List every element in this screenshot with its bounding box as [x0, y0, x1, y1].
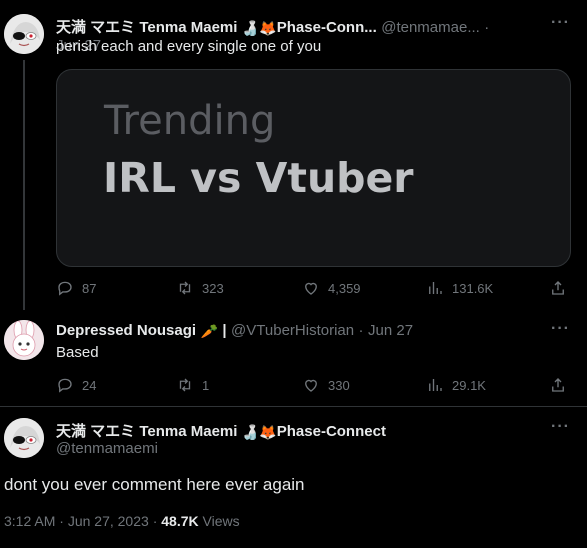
tweet2-actions: 24 1 330 29.1K	[56, 376, 569, 394]
share-upload-icon	[552, 378, 564, 392]
name-separator: |	[222, 322, 227, 339]
reply-bubble-icon	[58, 378, 72, 393]
bar-chart-icon	[429, 379, 442, 391]
media-line-topic: IRL vs Vtuber	[103, 154, 414, 202]
tweet3-header: 天満 マエミ Tenma Maemi 🍶🦊Phase-Connect	[56, 420, 536, 441]
views-button[interactable]: 131.6K	[426, 279, 549, 297]
tweet-full-date[interactable]: Jun 27, 2023	[68, 513, 149, 529]
views-count: 29.1K	[452, 377, 486, 393]
views-label: Views	[202, 513, 240, 529]
tweet2-header: Depressed Nousagi 🥕 | @VTuberHistorian ·…	[56, 322, 536, 340]
share-upload-icon	[552, 281, 564, 295]
divider	[0, 406, 587, 407]
reply-bubble-icon	[58, 281, 72, 296]
carrot-emoji-icon: 🥕	[200, 323, 218, 339]
retweet-icon	[179, 281, 191, 295]
thread-line	[23, 60, 25, 310]
separator-dot: ·	[152, 513, 158, 529]
author-handle[interactable]: @tenmamae...	[381, 19, 480, 36]
more-icon[interactable]: ···	[551, 418, 570, 436]
bottle-emoji-icon: 🍶	[241, 424, 260, 440]
tweet-text: perish each and every single one of you	[56, 38, 322, 55]
more-icon[interactable]: ···	[551, 14, 570, 32]
author-name[interactable]: Depressed Nousagi	[56, 322, 196, 339]
like-button[interactable]: 330	[302, 376, 426, 394]
tweet-text: dont you ever comment here ever again	[4, 475, 305, 494]
more-icon[interactable]: ···	[551, 320, 570, 338]
media-line-trending: Trending	[104, 98, 276, 144]
author-handle[interactable]: @VTuberHistorian	[231, 322, 354, 339]
separator-dot: ·	[358, 322, 364, 339]
retweet-button[interactable]: 323	[176, 279, 302, 297]
like-count: 330	[328, 377, 350, 393]
author-handle[interactable]: @tenmamaemi	[56, 440, 158, 457]
like-button[interactable]: 4,359	[302, 279, 426, 297]
separator-dot: ·	[59, 513, 64, 529]
views-count: 131.6K	[452, 280, 494, 296]
reply-count: 87	[82, 280, 97, 296]
share-button[interactable]	[549, 376, 567, 394]
author-name[interactable]: 天満 マエミ Tenma Maemi	[56, 19, 237, 36]
fox-emoji-icon: 🦊	[259, 424, 277, 440]
tweet-date[interactable]: Jun 27	[368, 322, 413, 339]
avatar-nousagi[interactable]	[4, 320, 44, 360]
tweet-meta: 3:12 AM · Jun 27, 2023 · 48.7K Views	[4, 513, 240, 529]
bottle-emoji-icon: 🍶	[241, 20, 260, 36]
like-count: 4,359	[328, 280, 361, 296]
tweet1-actions: 87 323 4,359 131.6K	[56, 279, 569, 297]
avatar-tenma[interactable]	[4, 418, 44, 458]
avatar-tenma[interactable]	[4, 14, 44, 54]
reply-count: 24	[82, 377, 97, 393]
views-count: 48.7K	[161, 513, 199, 529]
fox-emoji-icon: 🦊	[259, 20, 277, 36]
reply-button[interactable]: 24	[56, 376, 176, 394]
retweet-button[interactable]: 1	[176, 376, 302, 394]
media-card[interactable]: Trending IRL vs Vtuber	[56, 69, 571, 267]
heart-icon	[305, 379, 317, 392]
tweet-text: Based	[56, 344, 99, 361]
tweet-time[interactable]: 3:12 AM	[4, 513, 55, 529]
views-button[interactable]: 29.1K	[426, 376, 549, 394]
retweet-icon	[179, 378, 191, 392]
retweet-count: 323	[202, 280, 224, 296]
reply-button[interactable]: 87	[56, 279, 176, 297]
author-name-suffix[interactable]: Phase-Connect	[277, 423, 386, 440]
separator-dot: ·	[484, 19, 490, 36]
bar-chart-icon	[429, 282, 442, 294]
heart-icon	[305, 282, 317, 295]
retweet-count: 1	[202, 377, 210, 393]
author-name-suffix[interactable]: Phase-Conn...	[277, 19, 377, 36]
author-name[interactable]: 天満 マエミ Tenma Maemi	[56, 423, 237, 440]
share-button[interactable]	[549, 279, 567, 297]
